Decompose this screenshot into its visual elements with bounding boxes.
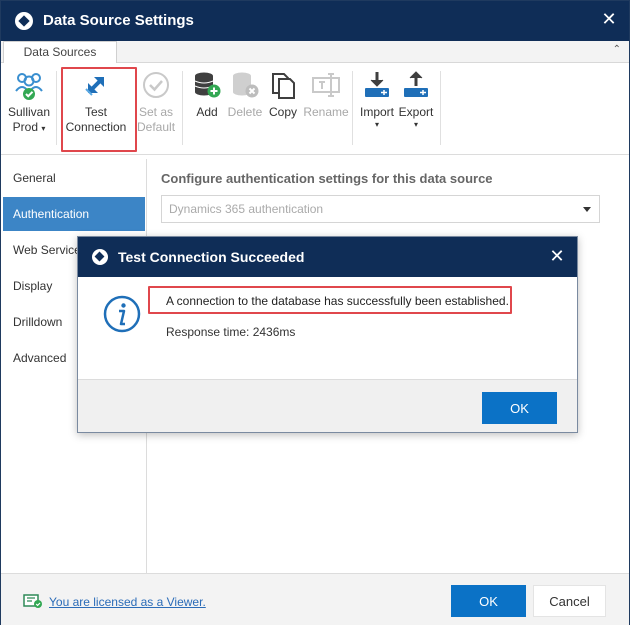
copy-label: Copy (268, 105, 297, 119)
export-icon (404, 71, 428, 97)
cancel-button[interactable]: Cancel (533, 585, 606, 617)
delete-label: Delete (227, 105, 263, 119)
database-add-icon (194, 72, 221, 98)
app-logo-icon (15, 12, 33, 30)
ribbon-toolbar: Sullivan Prod ▾ Test Connection Set as D… (1, 63, 629, 155)
setdefault-line1: Set as (138, 105, 174, 119)
dialog-app-logo-icon (92, 249, 108, 265)
set-as-default-button[interactable]: Set as Default (137, 69, 175, 135)
window-titlebar: Data Source Settings ✕ (1, 1, 629, 41)
window-close-icon[interactable]: ✕ (597, 7, 621, 31)
rename-icon (312, 73, 340, 97)
import-label: Import (359, 105, 394, 119)
section-heading: Configure authentication settings for th… (161, 171, 493, 186)
test-connection-dialog: Test Connection Succeeded ✕ A connection… (77, 236, 578, 433)
chevron-down-icon (583, 207, 591, 212)
test-connection-highlight (61, 67, 137, 152)
success-message-highlight (148, 286, 512, 314)
add-button[interactable]: Add (191, 69, 223, 120)
check-circle-icon (143, 72, 169, 98)
copy-icon (272, 73, 295, 99)
license-certificate-icon (23, 594, 42, 608)
authentication-type-select[interactable]: Dynamics 365 authentication (161, 195, 600, 223)
export-dropdown-arrow: ▾ (413, 120, 418, 129)
dialog-body: A connection to the database has success… (78, 277, 577, 379)
window-footer: You are licensed as a Viewer. OK Cancel (1, 573, 629, 625)
ribbon-separator (352, 71, 353, 145)
dialog-footer: OK (78, 379, 577, 432)
database-delete-icon (233, 72, 259, 98)
add-label: Add (196, 105, 218, 119)
import-dropdown-arrow: ▾ (374, 120, 379, 129)
ribbon-tabstrip: Data Sources ⌃ (1, 41, 629, 64)
ribbon-separator (56, 71, 57, 145)
sullivan-line1: Sullivan (7, 105, 51, 119)
dialog-close-icon[interactable]: ✕ (545, 244, 569, 268)
sullivan-line2: Prod (12, 120, 38, 134)
sullivan-prod-button[interactable]: Sullivan Prod ▾ (7, 69, 51, 136)
dialog-titlebar: Test Connection Succeeded ✕ (78, 237, 577, 277)
rename-button[interactable]: Rename (303, 69, 349, 120)
dialog-ok-button[interactable]: OK (482, 392, 557, 424)
export-label: Export (398, 105, 434, 119)
export-button[interactable]: Export ▾ (397, 69, 435, 130)
info-icon (103, 295, 141, 333)
license-link[interactable]: You are licensed as a Viewer. (49, 595, 206, 609)
copy-button[interactable]: Copy (267, 69, 299, 120)
users-group-icon (15, 73, 43, 100)
rename-label: Rename (303, 105, 349, 119)
setdefault-line2: Default (137, 120, 176, 134)
delete-button[interactable]: Delete (226, 69, 264, 120)
dialog-title: Test Connection Succeeded (118, 249, 305, 265)
import-button[interactable]: Import ▾ (358, 69, 396, 130)
window-title: Data Source Settings (43, 12, 194, 29)
sidebar-item-authentication[interactable]: Authentication (3, 197, 145, 231)
sidebar-item-general[interactable]: General (3, 161, 145, 195)
authentication-type-value: Dynamics 365 authentication (169, 202, 324, 216)
ribbon-separator (440, 71, 441, 145)
ok-button[interactable]: OK (451, 585, 526, 617)
sullivan-dropdown-arrow: ▾ (41, 124, 46, 133)
tab-data-sources[interactable]: Data Sources (3, 41, 117, 64)
ribbon-separator (182, 71, 183, 145)
ribbon-collapse-icon[interactable]: ⌃ (613, 44, 621, 55)
response-time: Response time: 2436ms (166, 325, 296, 339)
import-icon (365, 72, 389, 97)
